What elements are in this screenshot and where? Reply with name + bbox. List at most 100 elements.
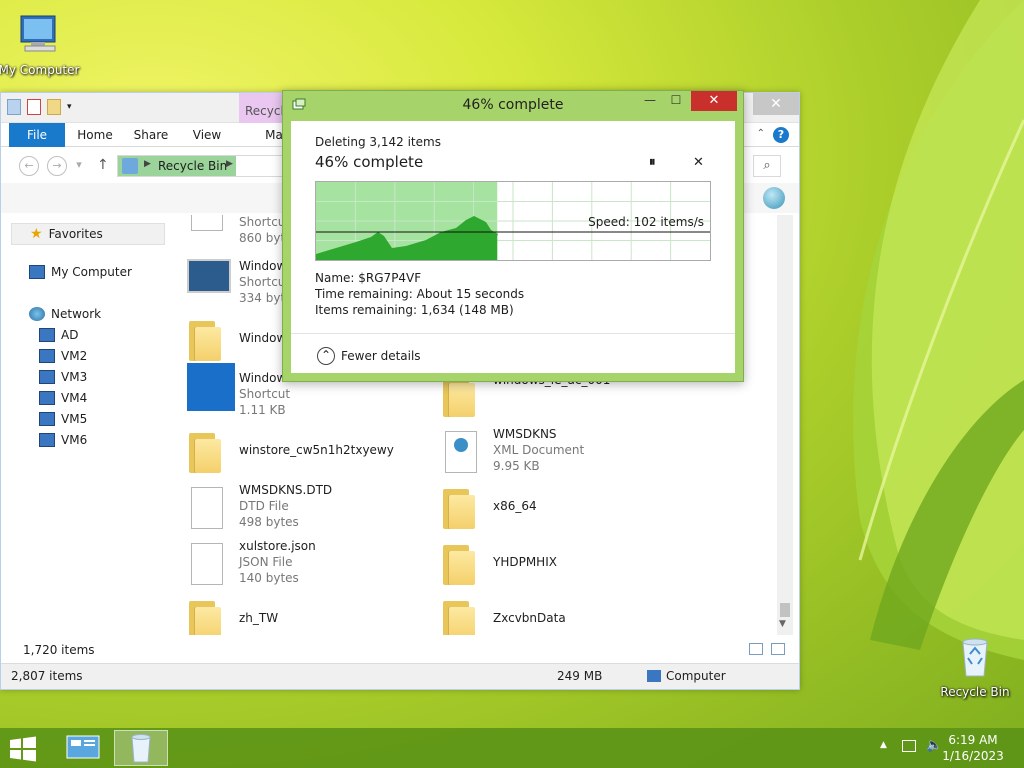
sidebar-item-label: VM6 (61, 433, 88, 447)
desktop-icon-label: Recycle Bin (940, 685, 1010, 699)
desktop-icon-label: My Computer (0, 63, 80, 77)
sidebar-item-vm6[interactable]: VM6 (39, 433, 87, 447)
tab-home[interactable]: Home (73, 123, 117, 147)
scrollbar-thumb[interactable] (780, 603, 790, 617)
desktop-icon-recycle-bin[interactable]: Recycle Bin (930, 632, 1020, 699)
minimize-button[interactable]: — (637, 93, 663, 111)
file-type: XML Document (493, 443, 585, 457)
list-item[interactable]: winstore_cw5n1h2txyewy (181, 427, 431, 479)
vertical-scrollbar[interactable]: ▼ (777, 215, 793, 635)
tab-file[interactable]: File (9, 123, 65, 147)
details-view-icon[interactable] (749, 643, 763, 655)
clock[interactable]: 6:19 AM 1/16/2023 (938, 732, 1008, 764)
taskbar: ▲ 🔈 6:19 AM 1/16/2023 (0, 728, 1024, 768)
list-item[interactable]: ZxcvbnData (435, 595, 685, 635)
file-name: WMSDKNS (493, 427, 557, 441)
recent-locations-icon[interactable]: ▾ (73, 156, 85, 176)
app-shortcut-icon (187, 259, 231, 293)
status-bar: 2,807 items 249 MB Computer (1, 663, 799, 689)
chevron-up-icon[interactable]: ▲ (880, 740, 887, 750)
navigation-pane: ★ Favorites My Computer Network AD VM2 V… (1, 215, 171, 635)
time-value: About 15 seconds (416, 287, 525, 301)
address-bar[interactable]: ▶ Recycle Bin ▶ (117, 155, 287, 177)
close-button[interactable]: ✕ (753, 93, 799, 115)
name-row: Name: $RG7P4VF (315, 271, 421, 285)
progress-text: 46% complete (315, 153, 424, 171)
new-folder-icon[interactable] (47, 99, 61, 115)
item-count: 1,720 items (23, 643, 95, 657)
computer-icon (39, 370, 55, 384)
up-button[interactable]: ↑ (97, 157, 109, 173)
sidebar-item-my-computer[interactable]: My Computer (29, 265, 132, 279)
list-item[interactable]: YHDPMHIX (435, 539, 685, 591)
file-name: xulstore.json (239, 539, 316, 553)
chevron-up-icon[interactable]: ⌃ (317, 347, 335, 365)
tab-share[interactable]: Share (129, 123, 173, 147)
network-icon (29, 307, 45, 321)
chevron-up-icon[interactable]: ⌃ (757, 128, 765, 139)
sidebar-item-ad[interactable]: AD (39, 328, 78, 342)
back-button[interactable]: ← (19, 156, 39, 176)
list-item[interactable]: zh_TW (181, 595, 431, 635)
sidebar-item-vm3[interactable]: VM3 (39, 370, 87, 384)
chevron-down-icon[interactable]: ▼ (779, 619, 786, 629)
time-row: Time remaining: About 15 seconds (315, 287, 524, 301)
close-button[interactable]: ✕ (691, 91, 737, 111)
address-segment[interactable]: Recycle Bin (158, 159, 227, 173)
sidebar-item-favorites[interactable]: ★ Favorites (11, 223, 165, 245)
time-label: Time remaining: (315, 287, 413, 301)
document-icon (191, 487, 223, 529)
list-item[interactable]: xulstore.json JSON File 140 bytes (181, 539, 431, 591)
computer-icon (29, 265, 45, 279)
sidebar-item-label: Favorites (48, 227, 103, 241)
sidebar-item-vm5[interactable]: VM5 (39, 412, 87, 426)
folder-icon (443, 489, 477, 529)
globe-icon[interactable] (763, 187, 785, 209)
shortcut-icon (191, 215, 223, 231)
file-name: ZxcvbnData (493, 611, 566, 625)
name-label: Name: (315, 271, 355, 285)
large-icons-view-icon[interactable] (771, 643, 785, 655)
cancel-button[interactable]: ✕ (693, 155, 704, 170)
sidebar-item-label: Network (51, 307, 102, 321)
sidebar-item-network[interactable]: Network (29, 307, 101, 321)
folder-icon (189, 433, 223, 473)
taskbar-file-explorer[interactable] (114, 730, 168, 766)
properties-icon[interactable] (27, 99, 41, 115)
network-icon[interactable] (902, 740, 916, 752)
divider (291, 333, 735, 334)
file-name: x86_64 (493, 499, 537, 513)
search-icon[interactable]: ⌕ (753, 155, 781, 177)
forward-button[interactable]: → (47, 156, 67, 176)
recycle-bin-icon (962, 638, 988, 677)
list-item[interactable]: WMSDKNS.DTD DTD File 498 bytes (181, 483, 431, 535)
fewer-details-link[interactable]: Fewer details (341, 349, 421, 363)
windows-logo-icon[interactable] (8, 736, 38, 762)
document-icon (191, 543, 223, 585)
taskbar-server-manager[interactable] (56, 730, 110, 766)
chevron-right-icon[interactable]: ▶ (144, 159, 151, 169)
file-size: 1.11 KB (239, 403, 286, 417)
list-item[interactable]: x86_64 (435, 483, 685, 535)
help-icon[interactable]: ? (773, 127, 789, 143)
chevron-right-icon[interactable]: ▶ (226, 159, 233, 169)
desktop-icon-my-computer[interactable]: My Computer (0, 10, 84, 77)
folder-icon (443, 601, 477, 635)
server-manager-icon (66, 735, 100, 759)
sidebar-item-vm4[interactable]: VM4 (39, 391, 87, 405)
file-name: YHDPMHIX (493, 555, 557, 569)
chevron-down-icon[interactable]: ▾ (67, 99, 75, 115)
folder-icon (443, 377, 477, 417)
file-type: JSON File (239, 555, 293, 569)
recycle-bin-icon (131, 734, 151, 763)
items-row: Items remaining: 1,634 (148 MB) (315, 303, 514, 317)
pause-button[interactable]: ⏸ (649, 155, 656, 170)
folder-icon[interactable] (7, 99, 21, 115)
maximize-button[interactable]: ☐ (663, 93, 689, 111)
list-item[interactable]: WMSDKNS XML Document 9.95 KB (435, 427, 685, 479)
sidebar-item-label: VM4 (61, 391, 88, 405)
sidebar-item-vm2[interactable]: VM2 (39, 349, 87, 363)
file-size: 140 bytes (239, 571, 299, 585)
tab-view[interactable]: View (185, 123, 229, 147)
computer-icon (39, 412, 55, 426)
